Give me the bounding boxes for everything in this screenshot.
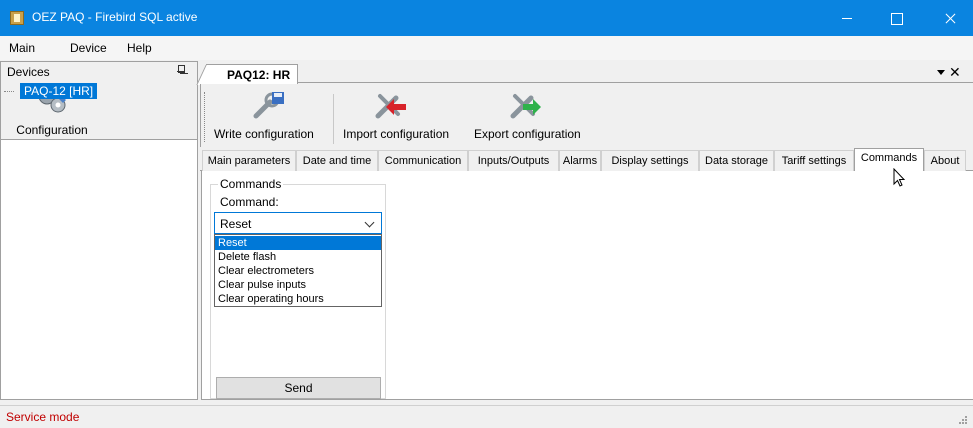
resize-grip-icon[interactable]: [957, 414, 967, 424]
option-delete-flash[interactable]: Delete flash: [215, 250, 381, 264]
menu-bar: Main Device Help: [0, 36, 973, 60]
export-config-icon: [510, 94, 541, 119]
option-clear-operating-hours[interactable]: Clear operating hours: [215, 292, 381, 306]
tree-item-paq12[interactable]: PAQ-12 [HR]: [20, 83, 98, 99]
devices-panel: Devices Configuration: [0, 61, 198, 400]
command-select[interactable]: Reset: [214, 212, 382, 234]
tab-close-icon[interactable]: ✕: [949, 64, 961, 81]
option-reset[interactable]: Reset: [215, 236, 381, 250]
export-configuration-button[interactable]: Export configuration: [473, 88, 595, 146]
import-configuration-label: Import configuration: [343, 127, 450, 141]
minimize-button[interactable]: [824, 0, 870, 36]
write-configuration-button[interactable]: Write configuration: [212, 88, 330, 146]
import-configuration-button[interactable]: Import configuration: [342, 88, 462, 146]
tab-communication[interactable]: Communication: [378, 150, 468, 171]
status-text: Service mode: [6, 410, 80, 424]
title-bar: OEZ PAQ - Firebird SQL active: [0, 0, 973, 36]
import-config-icon: [375, 94, 406, 119]
chevron-down-icon[interactable]: [364, 217, 375, 228]
command-label: Command:: [220, 195, 279, 209]
export-configuration-label: Export configuration: [474, 127, 581, 141]
configuration-label: Configuration: [16, 123, 88, 137]
tab-inputs-outputs[interactable]: Inputs/Outputs: [468, 150, 559, 171]
devices-title: Devices: [7, 65, 50, 79]
command-select-value: Reset: [220, 217, 252, 231]
toolbar-separator: [333, 94, 334, 144]
pin-icon[interactable]: [177, 65, 185, 75]
tab-display-settings[interactable]: Display settings: [601, 150, 699, 171]
tab-date-and-time[interactable]: Date and time: [296, 150, 378, 171]
tab-main-parameters[interactable]: Main parameters: [202, 150, 296, 171]
write-configuration-label: Write configuration: [214, 127, 314, 141]
menu-main[interactable]: Main: [9, 41, 35, 55]
write-config-icon: [253, 92, 284, 119]
tab-list-icon[interactable]: [937, 70, 945, 75]
document-tab[interactable]: PAQ12: HR: [206, 64, 298, 84]
app-icon: [10, 11, 24, 25]
option-clear-pulse-inputs[interactable]: Clear pulse inputs: [215, 278, 381, 292]
cursor-icon: [893, 168, 906, 187]
devices-header: Devices: [1, 62, 197, 81]
tab-tariff-settings[interactable]: Tariff settings: [774, 150, 854, 171]
maximize-button[interactable]: [873, 0, 919, 36]
status-bar: Service mode: [0, 405, 973, 428]
toolbar-grip[interactable]: [204, 92, 205, 142]
document-tab-strip: [200, 61, 973, 83]
menu-device[interactable]: Device: [70, 41, 107, 55]
menu-help[interactable]: Help: [127, 41, 152, 55]
close-button[interactable]: [927, 0, 973, 36]
send-button[interactable]: Send: [216, 377, 381, 399]
commands-group-label: Commands: [218, 177, 284, 191]
tree-connector: [4, 91, 14, 92]
tab-data-storage[interactable]: Data storage: [699, 150, 774, 171]
tab-commands[interactable]: Commands: [854, 148, 924, 172]
command-dropdown-list: Reset Delete flash Clear electrometers C…: [214, 234, 382, 307]
tab-about[interactable]: About: [924, 150, 966, 171]
tab-alarms[interactable]: Alarms: [559, 150, 601, 171]
option-clear-electrometers[interactable]: Clear electrometers: [215, 264, 381, 278]
window-title: OEZ PAQ - Firebird SQL active: [32, 10, 198, 24]
